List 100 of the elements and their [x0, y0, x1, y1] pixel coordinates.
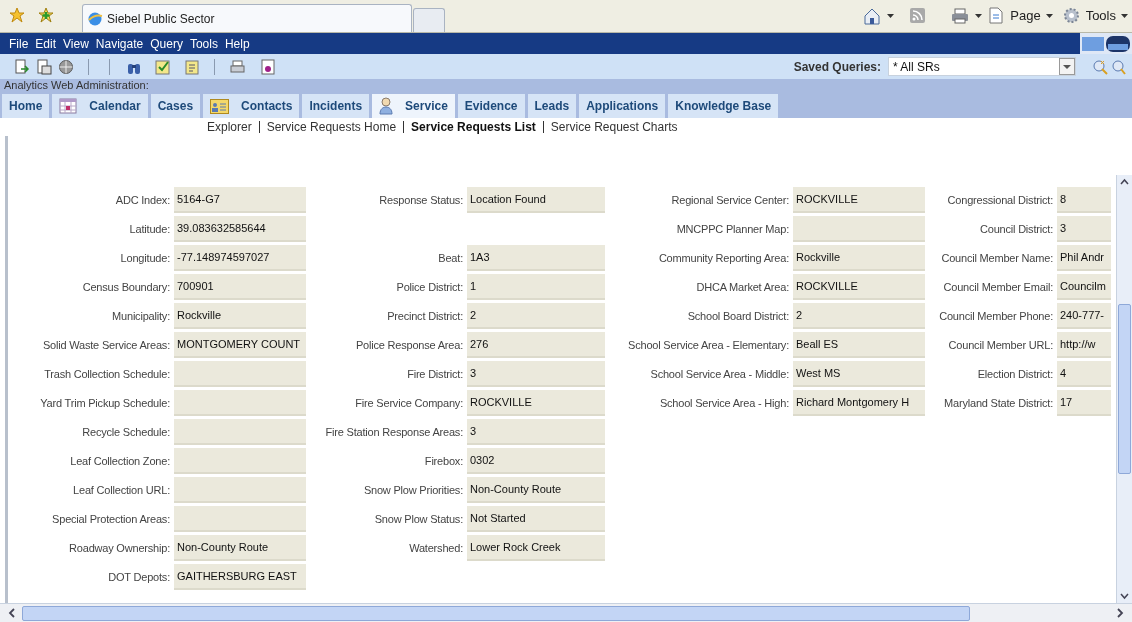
field-value[interactable]: 700901	[174, 274, 306, 300]
favorite-star-icon[interactable]	[9, 7, 25, 23]
globe-icon	[87, 10, 103, 27]
menu-item[interactable]: View	[63, 34, 89, 53]
field-value[interactable]: 1A3	[467, 245, 605, 271]
field-value[interactable]: 0302	[467, 448, 605, 474]
menu-item[interactable]: Navigate	[95, 34, 144, 53]
field-value[interactable]: West MS	[793, 361, 925, 387]
saved-queries-dropdown[interactable]: * All SRs	[888, 57, 1076, 76]
field-label: MNCPPC Planner Map:	[676, 221, 789, 237]
nav-tab[interactable]: Calendar	[52, 94, 148, 118]
subnav-link[interactable]: Explorer	[207, 118, 252, 136]
field-value[interactable]: Location Found	[467, 187, 605, 213]
field-value[interactable]	[174, 477, 306, 503]
clipboard-icon[interactable]	[184, 58, 200, 75]
field-value[interactable]	[174, 419, 306, 445]
add-favorite-icon[interactable]	[38, 7, 54, 23]
field-value[interactable]: 3	[467, 419, 605, 445]
field-value[interactable]: Councilm	[1057, 274, 1111, 300]
gear-icon	[1062, 7, 1080, 25]
subnav-link[interactable]: Service Requests List	[411, 118, 536, 136]
field-value[interactable]: 3	[1057, 216, 1111, 242]
menu-item[interactable]: Query	[150, 34, 183, 53]
subnav-link[interactable]: Service Requests Home	[266, 118, 397, 136]
field-label: Council District:	[980, 221, 1053, 237]
print-icon[interactable]	[951, 7, 970, 24]
field-label: Snow Plow Priorities:	[363, 482, 463, 498]
field-value[interactable]: http://w	[1057, 332, 1111, 358]
query-icon[interactable]	[1112, 58, 1126, 75]
globe-icon[interactable]	[58, 58, 74, 75]
field-value[interactable]: -77.148974597027	[174, 245, 306, 271]
nav-tab[interactable]: Leads	[527, 94, 577, 118]
field-value[interactable]: 2	[467, 303, 605, 329]
field-value[interactable]	[174, 361, 306, 387]
field-value[interactable]: 240-777-	[1057, 303, 1111, 329]
scroll-left-icon[interactable]	[6, 606, 18, 620]
tools-menu-button[interactable]: Tools	[1085, 6, 1128, 26]
feed-icon[interactable]	[910, 8, 926, 24]
field-value[interactable]	[793, 216, 925, 242]
field-value[interactable]: 1	[467, 274, 605, 300]
nav-tab[interactable]: Service	[372, 94, 455, 118]
scroll-thumb[interactable]	[22, 605, 970, 621]
field-value[interactable]	[174, 390, 306, 416]
field-value[interactable]: 3	[467, 361, 605, 387]
export-icon[interactable]	[14, 58, 30, 75]
field-value[interactable]: Beall ES	[793, 332, 925, 358]
clear-query-icon[interactable]	[1092, 58, 1108, 75]
field-value[interactable]: 4	[1057, 361, 1111, 387]
field-value[interactable]: 17	[1057, 390, 1111, 416]
field-label: Community Reporting Area:	[658, 250, 789, 266]
page-menu-button[interactable]: Page	[1010, 6, 1053, 26]
field-value[interactable]: Rockville	[174, 303, 306, 329]
field-value[interactable]: ROCKVILLE	[467, 390, 605, 416]
field-value[interactable]: Rockville	[793, 245, 925, 271]
scroll-thumb[interactable]	[1118, 304, 1131, 474]
caret-icon	[1045, 13, 1053, 18]
nav-tab[interactable]: Knowledge Base	[668, 94, 779, 118]
dropdown-caret-icon[interactable]	[887, 13, 895, 18]
nav-tab[interactable]: Cases	[150, 94, 201, 118]
nav-tab[interactable]: Home	[2, 94, 50, 118]
menu-item[interactable]: Tools	[189, 34, 218, 53]
field-value[interactable]: 8	[1057, 187, 1111, 213]
vertical-scrollbar[interactable]	[1116, 175, 1132, 603]
dropdown-caret-icon[interactable]	[975, 13, 983, 18]
field-value[interactable]: 276	[467, 332, 605, 358]
scroll-right-icon[interactable]	[1114, 606, 1126, 620]
field-value[interactable]: Not Started	[467, 506, 605, 532]
printer-icon[interactable]	[229, 58, 245, 75]
field-value[interactable]: ROCKVILLE	[793, 187, 925, 213]
field-value[interactable]: MONTGOMERY COUNT	[174, 332, 306, 358]
field-value[interactable]: Richard Montgomery H	[793, 390, 925, 416]
subnav-link[interactable]: Service Request Charts	[550, 118, 678, 136]
save-icon[interactable]	[36, 58, 52, 75]
browser-tab[interactable]: Siebel Public Sector	[82, 4, 412, 32]
field-value[interactable]	[174, 448, 306, 474]
field-label: Maryland State District:	[944, 395, 1053, 411]
nav-tab[interactable]: Applications	[579, 94, 666, 118]
nav-tab[interactable]: Incidents	[302, 94, 370, 118]
field-value[interactable]: Lower Rock Creek	[467, 535, 605, 561]
nav-tab[interactable]: Contacts	[203, 94, 300, 118]
menu-item[interactable]: File	[9, 34, 29, 53]
field-value[interactable]: Phil Andr	[1057, 245, 1111, 271]
field-value[interactable]: Non-County Route	[174, 535, 306, 561]
field-value[interactable]: 2	[793, 303, 925, 329]
menu-item[interactable]: Help	[224, 34, 250, 53]
nav-tab[interactable]: Evidence	[457, 94, 525, 118]
field-value[interactable]: GAITHERSBURG EAST	[174, 564, 306, 590]
field-value[interactable]	[174, 506, 306, 532]
field-label: Council Member URL:	[948, 337, 1053, 353]
new-tab-button[interactable]	[413, 8, 445, 32]
field-value[interactable]: 39.083632585644	[174, 216, 306, 242]
field-value[interactable]: ROCKVILLE	[793, 274, 925, 300]
home-icon[interactable]	[863, 6, 882, 25]
report-icon[interactable]	[261, 58, 275, 75]
checklist-icon[interactable]	[155, 58, 171, 75]
field-value[interactable]: Non-County Route	[467, 477, 605, 503]
field-label: Police Response Area:	[355, 337, 463, 353]
horizontal-scrollbar[interactable]	[0, 603, 1132, 622]
field-value[interactable]: 5164-G7	[174, 187, 306, 213]
menu-item[interactable]: Edit	[35, 34, 57, 53]
